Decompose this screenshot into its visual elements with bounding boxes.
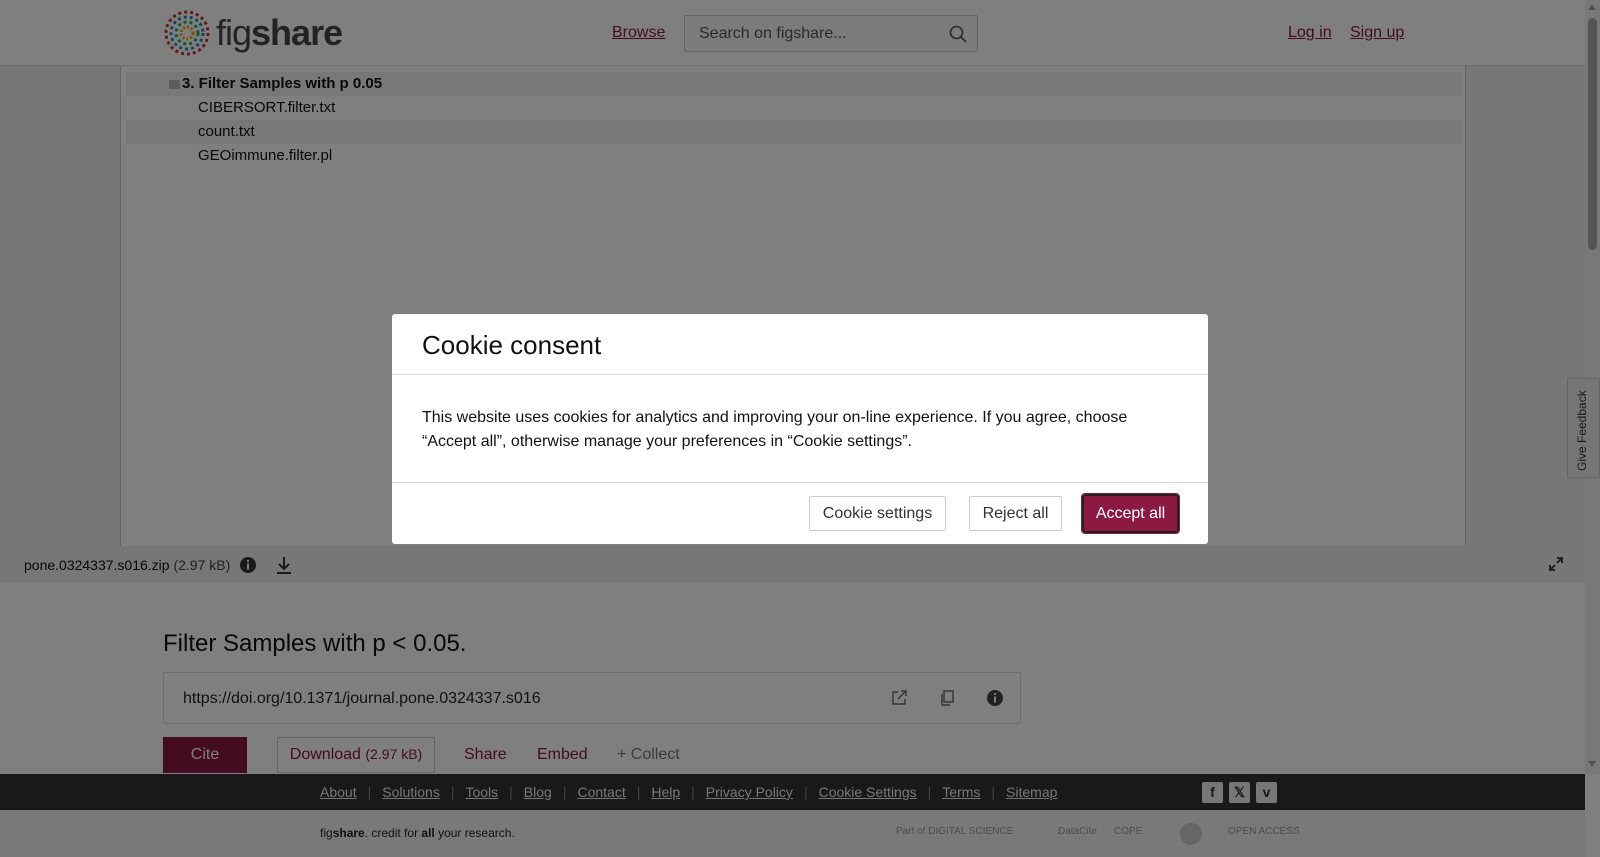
reject-all-button[interactable]: Reject all xyxy=(969,496,1062,531)
dialog-title: Cookie consent xyxy=(422,330,602,360)
accept-all-button[interactable]: Accept all xyxy=(1081,493,1180,534)
cookie-settings-button[interactable]: Cookie settings xyxy=(809,496,946,531)
dialog-body: This website uses cookies for analytics … xyxy=(392,375,1208,483)
dialog-header: Cookie consent xyxy=(392,314,1208,375)
dialog-footer: Cookie settings Reject all Accept all xyxy=(392,483,1208,543)
cookie-consent-dialog: Cookie consent This website uses cookies… xyxy=(392,314,1208,544)
